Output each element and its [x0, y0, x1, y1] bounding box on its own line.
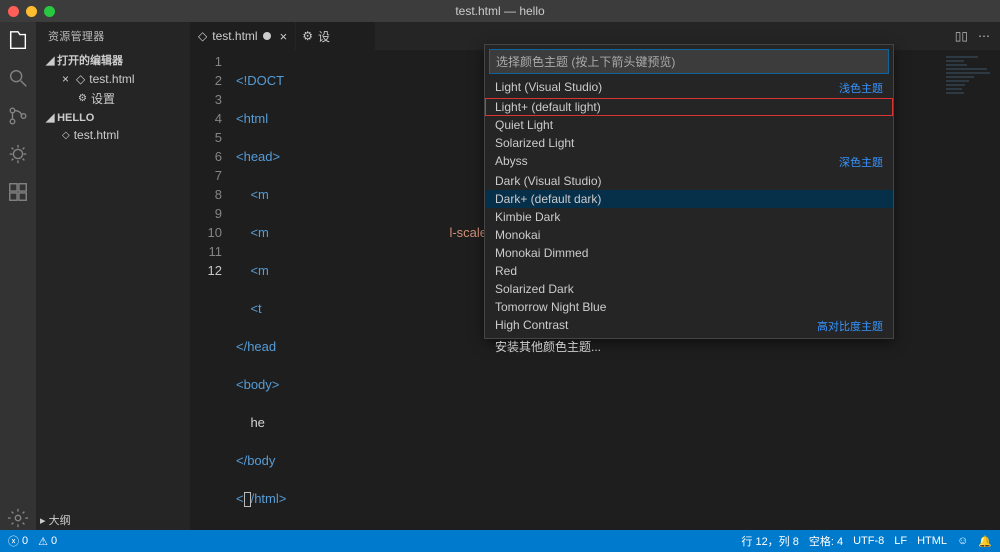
picker-item[interactable]: Solarized Light — [485, 134, 893, 152]
window-title: test.html — hello — [455, 4, 544, 18]
picker-item[interactable]: Light+ (default light) — [485, 98, 893, 116]
picker-item[interactable]: Dark+ (default dark) — [485, 190, 893, 208]
file-icon: ◇ — [198, 29, 207, 43]
editor-area: ◇ test.html × ⚙ 设 ▯▯ ⋯ 123 456 789 10111… — [190, 22, 1000, 530]
minimap[interactable] — [946, 56, 992, 96]
picker-item[interactable]: Light (Visual Studio)浅色主题 — [485, 78, 893, 98]
status-line-col[interactable]: 行 12，列 8 — [741, 533, 798, 549]
outline-section[interactable]: ▸ 大纲 — [40, 512, 71, 528]
folder-file-item[interactable]: ◇ test.html — [36, 126, 190, 144]
debug-icon[interactable] — [6, 142, 30, 166]
explorer-icon[interactable] — [6, 28, 30, 52]
status-encoding[interactable]: UTF-8 — [853, 535, 884, 547]
more-icon[interactable]: ⋯ — [978, 29, 990, 43]
picker-item[interactable]: Abyss深色主题 — [485, 152, 893, 172]
picker-item[interactable]: Kimbie Dark — [485, 208, 893, 226]
status-warnings[interactable]: ⚠ 0 — [38, 535, 57, 548]
theme-picker: 选择颜色主题 (按上下箭头键预览) Light (Visual Studio)浅… — [484, 44, 894, 339]
gutter: 123 456 789 101112 — [190, 52, 236, 546]
minimize-window-button[interactable] — [26, 6, 37, 17]
tab-settings[interactable]: ⚙ 设 — [296, 22, 376, 50]
picker-item[interactable]: Monokai Dimmed — [485, 244, 893, 262]
feedback-icon[interactable]: ☺ — [957, 535, 968, 547]
gear-icon: ⚙ — [302, 29, 313, 43]
picker-item[interactable]: Quiet Light — [485, 116, 893, 134]
picker-input[interactable]: 选择颜色主题 (按上下箭头键预览) — [489, 49, 889, 74]
status-spaces[interactable]: 空格: 4 — [809, 533, 843, 549]
picker-item[interactable]: Tomorrow Night Blue — [485, 298, 893, 316]
picker-item[interactable]: Dark (Visual Studio) — [485, 172, 893, 190]
open-editor-item-settings[interactable]: ⚙ 设置 — [36, 88, 190, 109]
split-editor-icon[interactable]: ▯▯ — [955, 29, 968, 43]
sidebar: 资源管理器 ◢ 打开的编辑器 ×◇ test.html ⚙ 设置 ◢ HELLO… — [36, 22, 190, 530]
status-lang[interactable]: HTML — [917, 535, 947, 547]
settings-icon[interactable] — [6, 506, 30, 530]
notifications-icon[interactable]: 🔔 — [978, 535, 992, 548]
status-errors[interactable]: ⓧ 0 — [8, 533, 28, 549]
search-icon[interactable] — [6, 66, 30, 90]
tab-test-html[interactable]: ◇ test.html × — [190, 22, 296, 50]
picker-item[interactable]: Monokai — [485, 226, 893, 244]
activity-bar — [0, 22, 36, 530]
window-controls — [8, 6, 55, 17]
open-editor-item[interactable]: ×◇ test.html — [36, 70, 190, 88]
folder-section[interactable]: ◢ HELLO — [36, 109, 190, 126]
sidebar-title: 资源管理器 — [36, 22, 190, 50]
picker-item[interactable]: High Contrast高对比度主题 — [485, 316, 893, 336]
picker-item[interactable]: Red — [485, 262, 893, 280]
picker-item[interactable]: Solarized Dark — [485, 280, 893, 298]
source-control-icon[interactable] — [6, 104, 30, 128]
source-text[interactable]: <!DOCT <html <head> <m <m l-scale=1.0"> … — [236, 52, 525, 546]
gear-icon: ⚙ — [78, 93, 87, 104]
status-eol[interactable]: LF — [894, 535, 907, 547]
close-tab-icon[interactable]: × — [280, 29, 288, 44]
picker-item[interactable]: 安装其他颜色主题... — [485, 336, 893, 357]
titlebar: test.html — hello — [0, 0, 1000, 22]
status-bar: ⓧ 0 ⚠ 0 行 12，列 8 空格: 4 UTF-8 LF HTML ☺ 🔔 — [0, 530, 1000, 552]
maximize-window-button[interactable] — [44, 6, 55, 17]
text-cursor — [244, 492, 251, 507]
extensions-icon[interactable] — [6, 180, 30, 204]
close-window-button[interactable] — [8, 6, 19, 17]
close-icon[interactable]: × — [62, 72, 69, 86]
open-editors-section[interactable]: ◢ 打开的编辑器 — [36, 50, 190, 70]
file-icon: ◇ — [62, 130, 70, 141]
picker-list: Light (Visual Studio)浅色主题Light+ (default… — [485, 78, 893, 338]
dirty-indicator-icon — [263, 32, 271, 40]
